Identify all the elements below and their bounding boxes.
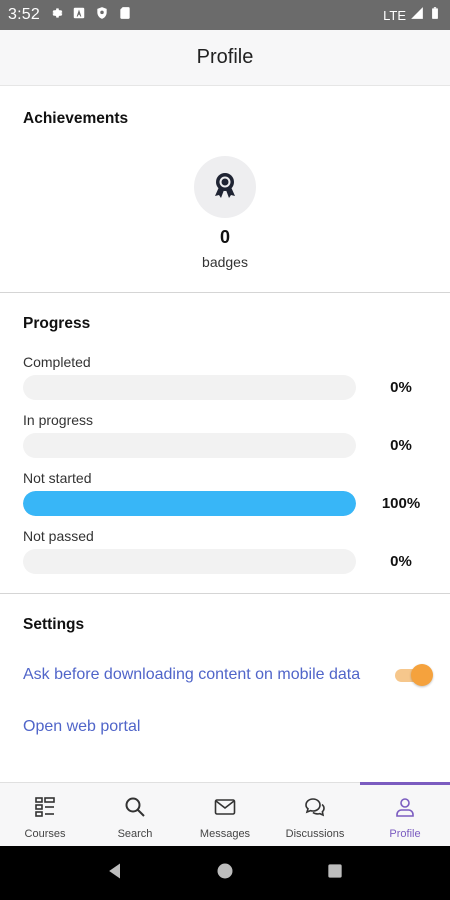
progress-percent: 100% bbox=[381, 495, 421, 512]
progress-bar bbox=[23, 491, 356, 516]
network-type: LTE bbox=[383, 7, 406, 23]
progress-item-not-started: Not started 100% bbox=[23, 470, 427, 528]
open-web-portal-link[interactable]: Open web portal bbox=[23, 718, 140, 735]
battery-icon bbox=[428, 6, 442, 24]
mail-icon bbox=[213, 795, 237, 824]
sd-card-icon bbox=[118, 6, 132, 24]
signal-icon bbox=[410, 6, 424, 24]
mobile-data-setting[interactable]: Ask before downloading content on mobile… bbox=[23, 664, 433, 686]
recents-icon[interactable] bbox=[325, 861, 345, 886]
settings-title: Settings bbox=[23, 616, 85, 633]
achievements-section: Achievements 0 badges bbox=[0, 88, 450, 293]
app-bar: Profile bbox=[0, 30, 450, 86]
achievements-title: Achievements bbox=[23, 110, 129, 127]
progress-list: Completed 0% In progress 0% Not started … bbox=[23, 354, 427, 586]
progress-bar bbox=[23, 549, 356, 574]
progress-item-completed: Completed 0% bbox=[23, 354, 427, 412]
nav-item-profile[interactable]: Profile bbox=[360, 782, 450, 846]
badge-count: 0 bbox=[219, 227, 230, 247]
progress-percent: 0% bbox=[390, 553, 412, 570]
badge-avatar bbox=[194, 156, 256, 218]
nav-label: Discussions bbox=[285, 828, 345, 840]
back-icon[interactable] bbox=[105, 861, 125, 886]
progress-title: Progress bbox=[23, 315, 91, 332]
progress-label: Not passed bbox=[23, 528, 94, 544]
mobile-data-setting-label[interactable]: Ask before downloading content on mobile… bbox=[23, 666, 360, 684]
courses-icon bbox=[33, 795, 57, 824]
progress-bar bbox=[23, 375, 356, 400]
progress-label: In progress bbox=[23, 412, 94, 428]
progress-percent: 0% bbox=[390, 437, 412, 454]
status-bar: 3:52 LTE bbox=[0, 0, 450, 30]
search-icon bbox=[123, 795, 147, 824]
nav-label: Courses bbox=[24, 828, 66, 840]
nav-item-messages[interactable]: Messages bbox=[180, 783, 270, 846]
progress-section: Progress Completed 0% In progress 0% Not… bbox=[0, 293, 450, 594]
progress-label: Not started bbox=[23, 470, 92, 486]
settings-icon bbox=[49, 6, 63, 24]
bottom-nav: Courses Search Messages Discussions Prof… bbox=[0, 782, 450, 846]
page-title: Profile bbox=[196, 46, 254, 68]
nav-label: Profile bbox=[389, 828, 421, 840]
badges-summary: 0 badges bbox=[23, 156, 427, 270]
badge-label: badges bbox=[202, 254, 248, 270]
settings-section: Settings Ask before downloading content … bbox=[0, 594, 450, 736]
profile-icon bbox=[393, 795, 417, 824]
progress-item-not-passed: Not passed 0% bbox=[23, 528, 427, 586]
profile-content: Achievements 0 badges Progress Completed… bbox=[0, 88, 450, 736]
progress-label: Completed bbox=[23, 354, 91, 370]
nav-label: Search bbox=[117, 828, 153, 840]
nav-item-search[interactable]: Search bbox=[90, 783, 180, 846]
a-icon bbox=[72, 6, 86, 24]
nav-item-courses[interactable]: Courses bbox=[0, 783, 90, 846]
nav-label: Messages bbox=[199, 828, 251, 840]
progress-item-in-progress: In progress 0% bbox=[23, 412, 427, 470]
award-icon bbox=[209, 169, 241, 206]
status-time: 3:52 bbox=[8, 6, 40, 23]
nav-item-discussions[interactable]: Discussions bbox=[270, 783, 360, 846]
shield-icon bbox=[95, 6, 109, 24]
mobile-data-toggle[interactable] bbox=[395, 664, 433, 686]
home-icon[interactable] bbox=[215, 861, 235, 886]
progress-fill bbox=[23, 491, 356, 516]
progress-percent: 0% bbox=[390, 379, 412, 396]
system-nav-bar bbox=[0, 846, 450, 900]
progress-bar bbox=[23, 433, 356, 458]
chat-icon bbox=[303, 795, 327, 824]
toggle-thumb bbox=[411, 664, 433, 686]
web-portal-row: Open web portal bbox=[23, 718, 427, 736]
